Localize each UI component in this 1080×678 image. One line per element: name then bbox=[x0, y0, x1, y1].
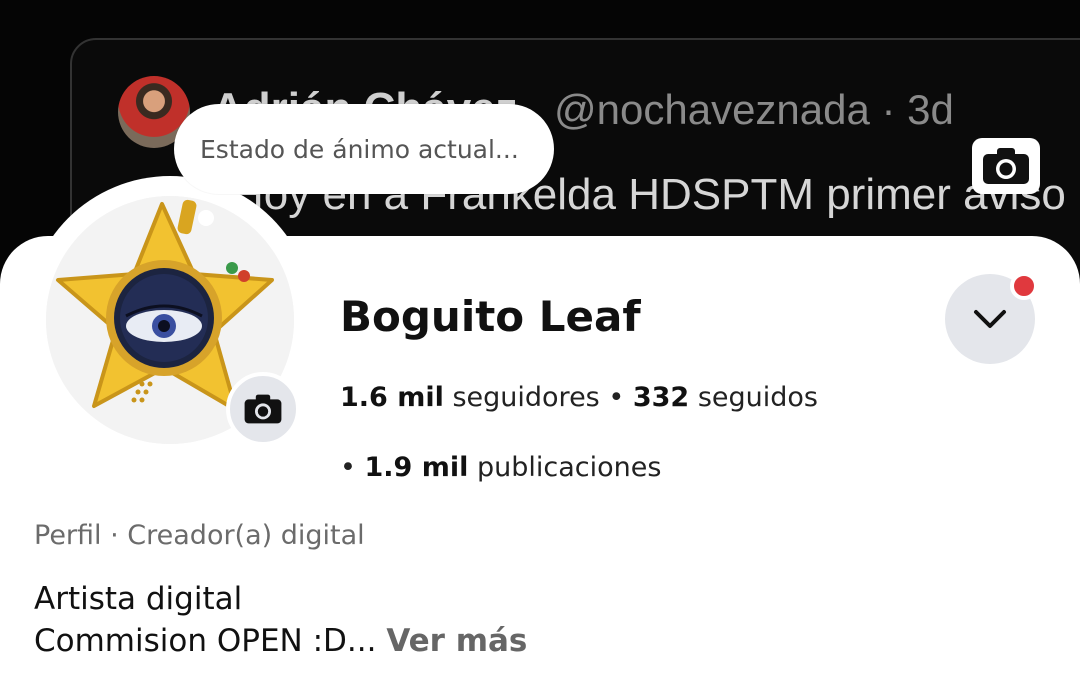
bio-line: Commision OPEN :D... bbox=[34, 623, 377, 659]
separator-dot: • bbox=[340, 452, 365, 483]
bio-line: Artista digital bbox=[34, 581, 243, 617]
followers-link[interactable]: 1.6 mil seguidores bbox=[340, 382, 600, 413]
mood-status-bubble[interactable]: Estado de ánimo actual... bbox=[174, 104, 554, 194]
following-label: seguidos bbox=[697, 382, 818, 413]
bio-line-with-more: Commision OPEN :D... Ver más bbox=[34, 620, 527, 662]
posts-link[interactable]: 1.9 mil publicaciones bbox=[365, 452, 662, 483]
profile-name: Boguito Leaf bbox=[340, 292, 641, 341]
profile-bio: Artista digital Commision OPEN :D... Ver… bbox=[34, 578, 527, 662]
follow-stats: 1.6 mil seguidores • 332 seguidos bbox=[340, 382, 818, 413]
mood-bubble-tail bbox=[198, 210, 214, 226]
followers-label: seguidores bbox=[452, 382, 600, 413]
chevron-down-icon bbox=[974, 310, 1006, 328]
camera-icon bbox=[983, 148, 1029, 184]
followers-count: 1.6 mil bbox=[340, 382, 444, 413]
posts-label: publicaciones bbox=[476, 452, 662, 483]
profile-category: Perfil · Creador(a) digital bbox=[34, 520, 365, 551]
separator-dot: • bbox=[608, 382, 633, 413]
posts-stats: • 1.9 mil publicaciones bbox=[340, 452, 661, 483]
avatar-camera-button[interactable] bbox=[226, 372, 300, 446]
tweet-author-handle: @nochaveznada · 3d bbox=[554, 86, 954, 133]
posts-count: 1.9 mil bbox=[364, 452, 469, 483]
see-more-link[interactable]: Ver más bbox=[386, 623, 527, 659]
following-count: 332 bbox=[632, 382, 690, 413]
cover-camera-button[interactable] bbox=[972, 138, 1040, 194]
camera-icon bbox=[244, 394, 282, 424]
notification-dot bbox=[1010, 272, 1038, 300]
following-link[interactable]: 332 seguidos bbox=[633, 382, 818, 413]
mood-placeholder: Estado de ánimo actual... bbox=[200, 134, 519, 164]
